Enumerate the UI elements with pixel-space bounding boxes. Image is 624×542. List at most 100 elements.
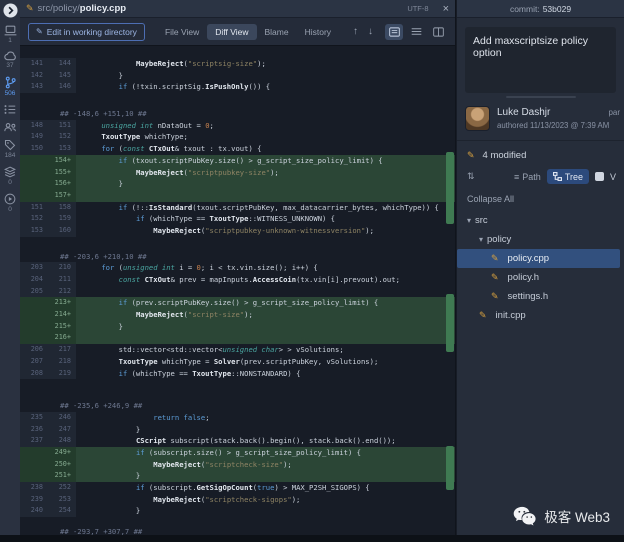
- inline-diff-icon[interactable]: [385, 24, 403, 40]
- sidebar-item-chevron-circle[interactable]: [3, 3, 18, 18]
- commit-message-box[interactable]: Add maxscriptsize policy option: [465, 27, 616, 93]
- new-line-number: 146: [48, 81, 76, 93]
- diff-row-context[interactable]: 206217 std::vector<std::vector<unsigned …: [20, 344, 455, 356]
- tree-item-settings-h[interactable]: ✎settings.h: [457, 287, 624, 306]
- list-view-icon[interactable]: [407, 24, 425, 40]
- tree-item-policy-cpp[interactable]: ✎policy.cpp: [457, 249, 620, 268]
- view-checkbox[interactable]: [595, 172, 604, 181]
- layers-icon: [4, 166, 16, 178]
- bottom-strip: [0, 535, 624, 542]
- view-label-clipped: V: [610, 172, 616, 182]
- diff-row-added[interactable]: 213+ if (prev.scriptPubKey.size() > g_sc…: [20, 297, 455, 309]
- diff-row-context[interactable]: 205212: [20, 286, 455, 298]
- new-line-number: 154+: [48, 155, 76, 167]
- old-line-number: 237: [20, 435, 48, 447]
- old-line-number: [20, 459, 48, 471]
- diff-row-context[interactable]: 150153 for (const CTxOut& txout : tx.vou…: [20, 143, 455, 155]
- collapse-all-button[interactable]: Collapse All: [467, 194, 616, 204]
- diff-row-added[interactable]: 157+: [20, 190, 455, 202]
- diff-row-context[interactable]: 143146 if (!txin.scriptSig.IsPushOnly())…: [20, 81, 455, 93]
- tree-item-policy[interactable]: ▾policy: [457, 230, 624, 249]
- diff-minimap-scrollbar[interactable]: [446, 46, 454, 535]
- sidebar-item-branch[interactable]: 506: [5, 76, 16, 97]
- old-line-number: 238: [20, 482, 48, 494]
- tree-item-policy-h[interactable]: ✎policy.h: [457, 268, 624, 287]
- diff-row-context[interactable]: 235246 return false;: [20, 412, 455, 424]
- new-line-number: 211: [48, 274, 76, 286]
- diff-row-added[interactable]: 216+: [20, 332, 455, 344]
- diff-row-context[interactable]: 208219 if (whichType == TxoutType::NONST…: [20, 368, 455, 380]
- view-tab-history[interactable]: History: [297, 24, 339, 40]
- diff-row-context[interactable]: 151158 if (!::IsStandard(txout.scriptPub…: [20, 202, 455, 214]
- sidebar-item-team[interactable]: [4, 122, 17, 132]
- sort-az-icon[interactable]: ⇅: [467, 171, 474, 182]
- diff-row-context[interactable]: 207218 TxoutType whichType = Solver(prev…: [20, 356, 455, 368]
- tree-item-src[interactable]: ▾src: [457, 211, 624, 230]
- diff-row-added[interactable]: 214+ MaybeReject("script-size");: [20, 309, 455, 321]
- code-text: if (subscript.GetSigOpCount(true) > MAX_…: [76, 482, 455, 494]
- message-scrollbar[interactable]: [506, 96, 576, 98]
- new-line-number: 247: [48, 424, 76, 436]
- new-line-number: 253: [48, 494, 76, 506]
- diff-row-context[interactable]: 236247 }: [20, 424, 455, 436]
- hunk-nav-arrows: ↑ ↓: [353, 26, 373, 37]
- diff-row-context[interactable]: 238252 if (subscript.GetSigOpCount(true)…: [20, 482, 455, 494]
- new-line-number: 152: [48, 131, 76, 143]
- sidebar-item-play[interactable]: 0: [4, 193, 16, 213]
- new-line-number: 213+: [48, 297, 76, 309]
- sidebar-badge: 37: [6, 62, 13, 69]
- diff-row-context[interactable]: 149152 TxoutType whichType;: [20, 131, 455, 143]
- prev-hunk-button[interactable]: ↑: [353, 26, 358, 37]
- diff-row-context[interactable]: 240254 }: [20, 505, 455, 517]
- diff-code-area[interactable]: 141144 MaybeReject("scriptsig-size");142…: [20, 46, 455, 535]
- diff-row-context[interactable]: 148151 unsigned int nDataOut = 0;: [20, 120, 455, 132]
- old-line-number: 142: [20, 70, 48, 82]
- diff-row-context[interactable]: 239253 MaybeReject("scriptcheck-sigops")…: [20, 494, 455, 506]
- modified-pencil-icon: ✎: [479, 310, 487, 321]
- sidebar-badge: 1: [8, 37, 12, 44]
- edit-in-working-directory-button[interactable]: ✎ Edit in working directory: [28, 23, 145, 41]
- code-text: if (!::IsStandard(txout.scriptPubKey, ma…: [76, 202, 455, 214]
- view-tab-file-view[interactable]: File View: [157, 24, 207, 40]
- new-line-number: 212: [48, 286, 76, 298]
- diff-row-added[interactable]: 215+ }: [20, 321, 455, 333]
- diff-row-added[interactable]: 154+ if (txout.scriptPubKey.size() > g_s…: [20, 155, 455, 167]
- sidebar-item-tag[interactable]: 184: [4, 139, 16, 159]
- next-hunk-button[interactable]: ↓: [368, 26, 373, 37]
- diff-row-context[interactable]: 152159 if (whichType == TxoutType::WITNE…: [20, 213, 455, 225]
- diff-row-context[interactable]: 237248 CScript subscript(stack.back().be…: [20, 435, 455, 447]
- diff-row-context[interactable]: 141144 MaybeReject("scriptsig-size");: [20, 58, 455, 70]
- diff-row-context[interactable]: 204211 const CTxOut& prev = mapInputs.Ac…: [20, 274, 455, 286]
- code-text: TxoutType whichType = Solver(prev.script…: [76, 356, 455, 368]
- code-text: if (prev.scriptPubKey.size() > g_script_…: [76, 297, 455, 309]
- diff-row-added[interactable]: 250+ MaybeReject("scriptcheck-size");: [20, 459, 455, 471]
- sidebar-item-layers[interactable]: 0: [4, 166, 16, 186]
- diff-row-added[interactable]: 156+ }: [20, 178, 455, 190]
- diff-row-context[interactable]: 153160 MaybeReject("scriptpubkey-unknown…: [20, 225, 455, 237]
- old-line-number: 239: [20, 494, 48, 506]
- sidebar-item-laptop[interactable]: 1: [4, 25, 17, 44]
- diff-row-added[interactable]: 249+ if (subscript.size() > g_script_siz…: [20, 447, 455, 459]
- left-icon-sidebar: 1 37 506 184 0 0: [0, 0, 20, 535]
- split-view-icon[interactable]: [429, 24, 447, 40]
- diff-row-context[interactable]: 203210 for (unsigned int i = 0; i < tx.v…: [20, 262, 455, 274]
- diff-gap: [20, 379, 455, 400]
- path-icon: ≡: [514, 172, 519, 182]
- code-text: if (whichType == TxoutType::WITNESS_UNKN…: [76, 213, 455, 225]
- old-line-number: 148: [20, 120, 48, 132]
- view-tab-blame[interactable]: Blame: [257, 24, 297, 40]
- path-view-button[interactable]: ≡Path: [514, 172, 541, 182]
- diff-row-added[interactable]: 155+ MaybeReject("scriptpubkey-size");: [20, 167, 455, 179]
- tree-label: Tree: [565, 172, 583, 182]
- tree-item-init-cpp[interactable]: ✎init.cpp: [457, 306, 624, 325]
- close-icon[interactable]: ×: [443, 3, 449, 15]
- code-text: MaybeReject("scriptsig-size");: [76, 58, 455, 70]
- tree-view-button[interactable]: Tree: [547, 169, 589, 184]
- diff-row-added[interactable]: 251+ }: [20, 470, 455, 482]
- view-tab-diff-view[interactable]: Diff View: [207, 24, 256, 40]
- sidebar-badge: 184: [5, 152, 16, 159]
- sidebar-item-cloud[interactable]: 37: [4, 51, 17, 69]
- sidebar-item-checklist[interactable]: [4, 104, 16, 115]
- new-line-number: 249+: [48, 447, 76, 459]
- diff-row-context[interactable]: 142145 }: [20, 70, 455, 82]
